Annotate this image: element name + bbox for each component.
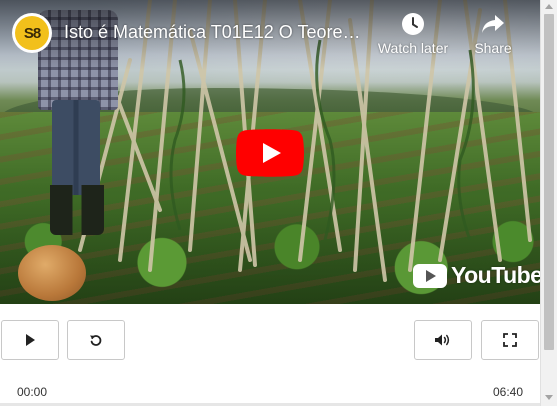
watch-later-button[interactable]: Watch later bbox=[376, 12, 450, 56]
share-arrow-icon bbox=[482, 15, 504, 33]
video-scene-pumpkin bbox=[18, 245, 86, 301]
youtube-logo[interactable]: YouTube bbox=[413, 262, 540, 289]
youtube-play-icon[interactable] bbox=[236, 129, 304, 177]
video-scene-farmer-boots bbox=[50, 185, 104, 235]
vertical-scrollbar[interactable] bbox=[540, 0, 557, 406]
play-icon bbox=[26, 334, 35, 346]
scroll-up-arrow-icon[interactable] bbox=[545, 4, 553, 9]
video-frame[interactable]: S8 Isto é Matemática T01E12 O Teorema de… bbox=[0, 0, 540, 304]
total-duration: 06:40 bbox=[493, 385, 524, 399]
replay-icon bbox=[90, 335, 102, 346]
play-button[interactable] bbox=[1, 320, 59, 360]
current-time: 00:00 bbox=[17, 385, 48, 399]
volume-button[interactable] bbox=[414, 320, 472, 360]
watch-later-label: Watch later bbox=[377, 40, 449, 56]
share-label: Share bbox=[474, 40, 512, 56]
fullscreen-icon bbox=[503, 333, 517, 347]
channel-avatar[interactable]: S8 bbox=[12, 13, 52, 53]
share-button[interactable]: Share bbox=[468, 12, 518, 56]
scrollbar-thumb[interactable] bbox=[544, 14, 554, 350]
embedded-video-player: S8 Isto é Matemática T01E12 O Teorema de… bbox=[0, 0, 557, 406]
replay-button[interactable] bbox=[67, 320, 125, 360]
channel-avatar-text: S8 bbox=[15, 16, 49, 50]
clock-icon bbox=[402, 13, 424, 35]
volume-icon bbox=[435, 334, 450, 346]
youtube-logo-icon bbox=[413, 263, 447, 288]
youtube-wordmark: YouTube bbox=[451, 262, 540, 288]
fullscreen-button[interactable] bbox=[481, 320, 539, 360]
video-title[interactable]: Isto é Matemática T01E12 O Teorema de Pi… bbox=[64, 22, 374, 43]
video-scene-farmer-legs bbox=[52, 100, 100, 195]
scroll-down-arrow-icon[interactable] bbox=[545, 395, 553, 400]
